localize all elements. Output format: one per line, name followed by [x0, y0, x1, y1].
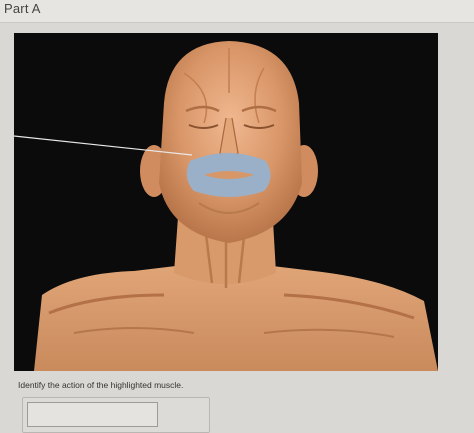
question-prompt: Identify the action of the highlighted m…: [18, 380, 184, 390]
cadaver-dissection-image: [14, 33, 438, 371]
answer-box: [22, 397, 210, 433]
answer-input[interactable]: [27, 402, 158, 427]
part-header: Part A: [0, 0, 474, 23]
part-title: Part A: [4, 1, 41, 16]
